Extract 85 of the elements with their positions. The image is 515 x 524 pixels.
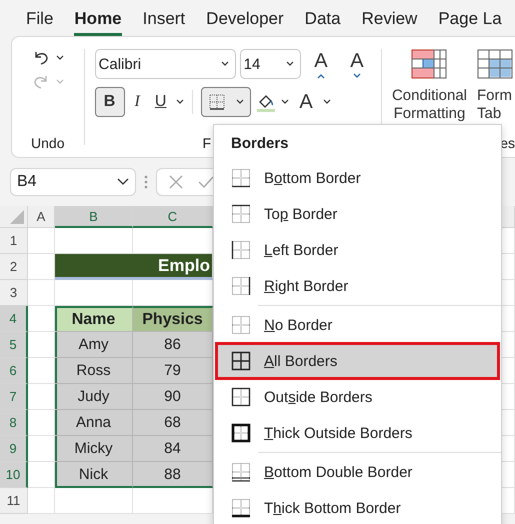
- border-icon: [231, 315, 251, 335]
- group-label: Undo: [30, 135, 66, 151]
- menu-item[interactable]: Left Border: [216, 232, 499, 268]
- border-icon: [231, 168, 251, 188]
- row-header[interactable]: 7: [0, 384, 28, 410]
- table-header: Name: [55, 306, 133, 332]
- row-header[interactable]: 2: [0, 254, 28, 280]
- row-header[interactable]: 3: [0, 280, 28, 306]
- table-cell: Nick: [55, 462, 133, 488]
- border-icon: [208, 93, 226, 111]
- table-cell: Ross: [55, 358, 133, 384]
- name-box[interactable]: B4: [10, 168, 136, 196]
- underline-button[interactable]: U: [150, 87, 172, 117]
- row-header[interactable]: 4: [0, 306, 28, 332]
- increase-font-size-button[interactable]: A: [304, 49, 337, 79]
- caret-icon: [236, 99, 244, 105]
- decrease-font-size-button[interactable]: A: [340, 49, 373, 79]
- row-header[interactable]: 9: [0, 436, 28, 462]
- title-cell: Emplo: [55, 254, 213, 280]
- menu-title: Borders: [230, 134, 290, 154]
- caret-icon[interactable]: [176, 99, 184, 105]
- border-icon: [231, 498, 251, 518]
- column-header[interactable]: B: [55, 206, 133, 228]
- border-icon: [231, 462, 251, 482]
- menu-item[interactable]: Top Border: [216, 196, 499, 232]
- conditional-formatting-button[interactable]: Conditional Formatting: [390, 45, 469, 123]
- down-caret-icon: [353, 73, 362, 79]
- menu-item[interactable]: Bottom Border: [216, 160, 499, 196]
- caret-icon[interactable]: [322, 99, 331, 105]
- ribbon-tab[interactable]: Review: [362, 3, 418, 36]
- more-options-icon[interactable]: [144, 174, 148, 190]
- ribbon-tab[interactable]: Data: [304, 3, 341, 36]
- menu-item[interactable]: No Border: [216, 307, 499, 343]
- table-header: Physics: [133, 306, 213, 332]
- bold-button[interactable]: B: [94, 87, 125, 117]
- table-cell: 86: [133, 332, 213, 358]
- border-icon: [231, 423, 251, 443]
- sheet-cell: [28, 280, 55, 306]
- sheet-cell: [28, 488, 55, 514]
- caret-icon[interactable]: [281, 99, 290, 105]
- caret-icon[interactable]: [286, 61, 294, 67]
- font-size-field[interactable]: 14: [240, 49, 301, 79]
- row-header[interactable]: 11: [0, 488, 28, 514]
- column-header[interactable]: A: [28, 206, 55, 228]
- menu-item[interactable]: All Borders: [216, 343, 499, 379]
- all-borders-icon: [231, 351, 251, 371]
- ribbon-tab[interactable]: File: [26, 3, 54, 36]
- highlighted-grid-icon: [411, 49, 448, 79]
- border-icon: [231, 387, 251, 407]
- borders-button[interactable]: [201, 87, 252, 117]
- table-cell: Anna: [55, 410, 133, 436]
- menu-item[interactable]: Right Border: [216, 268, 499, 304]
- border-icon: [231, 204, 251, 224]
- ribbon-tab[interactable]: Insert: [142, 3, 186, 36]
- menu-item[interactable]: Bottom Double Border: [216, 454, 499, 490]
- menu-item[interactable]: Thick Outside Borders: [216, 415, 499, 451]
- font-name-field[interactable]: Calibri: [94, 49, 236, 79]
- table-cell: Amy: [55, 332, 133, 358]
- caret-icon[interactable]: [220, 61, 229, 67]
- table-cell: 79: [133, 358, 213, 384]
- menu-item[interactable]: Outside Borders: [216, 379, 499, 415]
- up-caret-icon: [317, 73, 326, 79]
- row-header[interactable]: 8: [0, 410, 28, 436]
- caret-icon[interactable]: [56, 55, 64, 61]
- row-header[interactable]: 6: [0, 358, 28, 384]
- ribbon-tab[interactable]: Page La: [438, 3, 502, 36]
- italic-button[interactable]: I: [130, 87, 145, 117]
- font-color-button[interactable]: A: [294, 87, 318, 117]
- table-cell: 68: [133, 410, 213, 436]
- row-header[interactable]: 10: [0, 462, 28, 488]
- table-cell: 84: [133, 436, 213, 462]
- border-icon: [231, 276, 251, 296]
- sheet-cell: [28, 228, 55, 254]
- ribbon-tab[interactable]: Developer: [206, 3, 284, 36]
- column-header[interactable]: C: [133, 206, 213, 228]
- group-label: F: [202, 135, 212, 151]
- row-header[interactable]: 1: [0, 228, 28, 254]
- row-header[interactable]: 5: [0, 332, 28, 358]
- menu-item[interactable]: Thick Bottom Border: [216, 490, 499, 524]
- table-cell: 88: [133, 462, 213, 488]
- table-cell: Judy: [55, 384, 133, 410]
- border-icon: [231, 240, 251, 260]
- table-cell: 90: [133, 384, 213, 410]
- format-as-table-button[interactable]: Form Tab: [475, 45, 515, 123]
- table-cell: Micky: [55, 436, 133, 462]
